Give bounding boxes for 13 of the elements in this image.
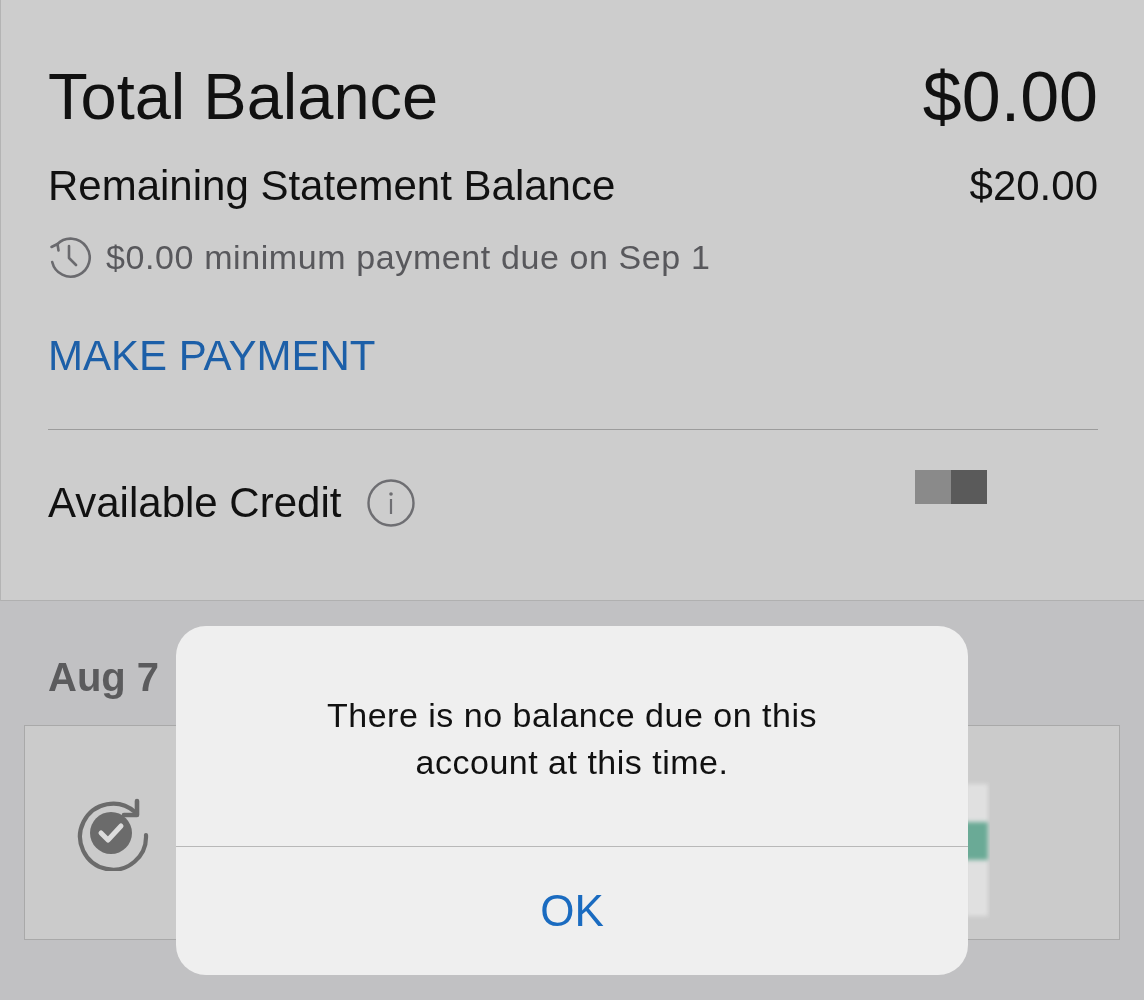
- activity-date-heading: Aug 7: [48, 654, 160, 701]
- ok-button[interactable]: OK: [176, 847, 968, 975]
- clock-history-icon: [48, 235, 92, 279]
- make-payment-link[interactable]: MAKE PAYMENT: [48, 331, 376, 381]
- alert-message: There is no balance due on this account at this time.: [326, 695, 818, 783]
- statement-balance-amount: $20.00: [969, 161, 1098, 211]
- pixelated-block-icon: [915, 470, 987, 504]
- total-balance-amount: $0.00: [922, 59, 1098, 135]
- total-balance-label: Total Balance: [48, 59, 439, 135]
- available-credit-label: Available Credit: [48, 478, 342, 528]
- statement-balance-label: Remaining Statement Balance: [48, 161, 616, 211]
- minimum-payment-text: $0.00 minimum payment due on Sep 1: [106, 237, 711, 278]
- info-icon[interactable]: [367, 479, 416, 527]
